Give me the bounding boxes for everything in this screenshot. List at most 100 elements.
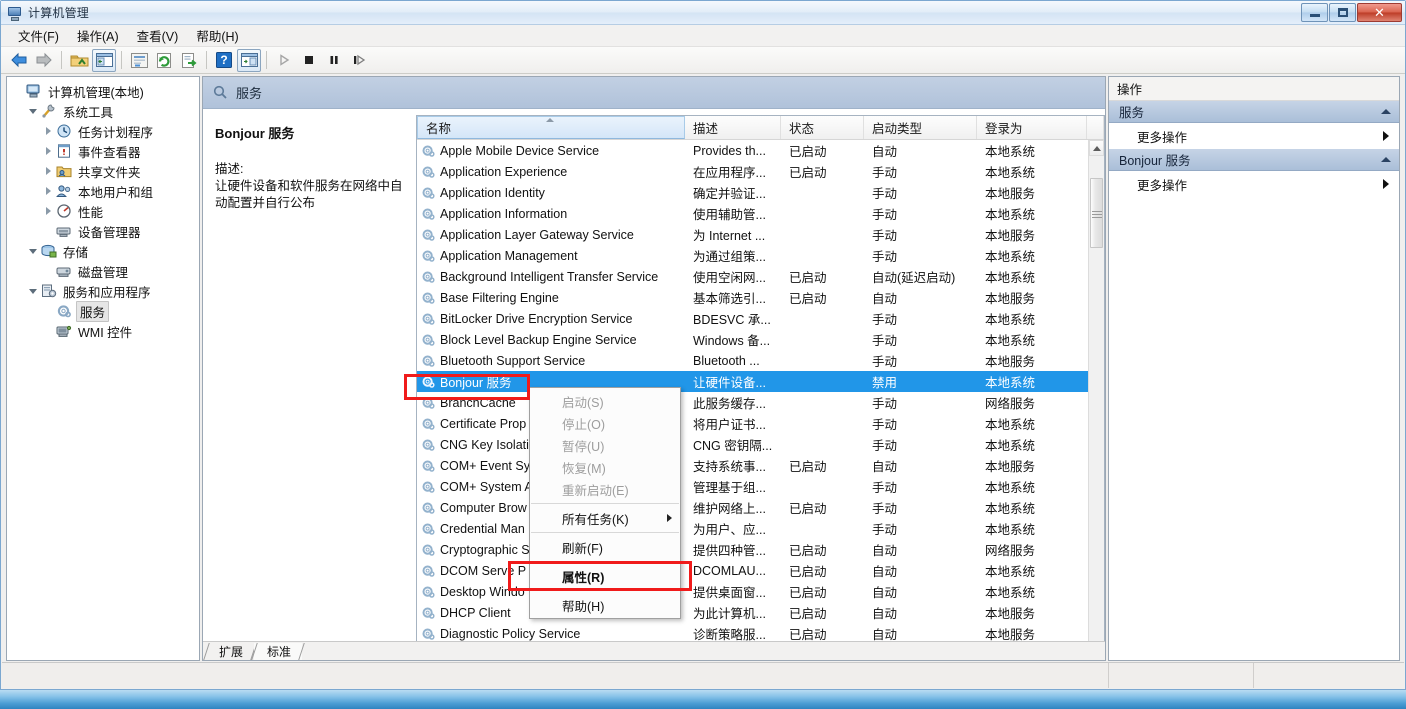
- table-row[interactable]: Application Layer Gateway Service为 Inter…: [417, 224, 1088, 245]
- properties-icon[interactable]: [127, 49, 151, 72]
- table-row[interactable]: COM+ Event Sy支持系统事...已启动自动本地服务: [417, 455, 1088, 476]
- table-row[interactable]: BitLocker Drive Encryption ServiceBDESVC…: [417, 308, 1088, 329]
- actions-pane: 操作 服务 更多操作 Bonjour 服务 更多操作: [1108, 76, 1400, 661]
- scrollbar-grip-icon: [1092, 209, 1102, 217]
- tree-twisty-closed-icon[interactable]: [41, 187, 55, 195]
- column-header-state[interactable]: 状态: [781, 116, 864, 139]
- back-icon[interactable]: [7, 49, 31, 72]
- table-row[interactable]: DHCP Client为此计算机...已启动自动本地服务: [417, 602, 1088, 623]
- table-row[interactable]: COM+ System A管理基于组...手动本地系统: [417, 476, 1088, 497]
- tree-twisty-open-icon[interactable]: [26, 109, 40, 114]
- actions-more-bonjour[interactable]: 更多操作: [1109, 171, 1399, 197]
- tree-item-设备管理器[interactable]: 设备管理器: [11, 221, 197, 241]
- tab-extended[interactable]: 扩展: [206, 643, 254, 660]
- listview-vertical-scrollbar[interactable]: [1088, 140, 1104, 659]
- tree-twisty-closed-icon[interactable]: [41, 127, 55, 135]
- services-listview[interactable]: 名称描述状态启动类型登录为 Apple Mobile Device Servic…: [416, 115, 1105, 660]
- table-row[interactable]: Computer Brow维护网络上...已启动手动本地系统: [417, 497, 1088, 518]
- actions-group-bonjour[interactable]: Bonjour 服务: [1109, 149, 1399, 171]
- table-row[interactable]: Bluetooth Support ServiceBluetooth ...手动…: [417, 350, 1088, 371]
- menu-help[interactable]: 帮助(H): [187, 24, 247, 47]
- service-name-label: Computer Brow: [440, 501, 527, 515]
- table-row[interactable]: Base Filtering Engine基本筛选引...已启动自动本地服务: [417, 287, 1088, 308]
- tree-item-系统工具[interactable]: 系统工具: [11, 101, 197, 121]
- table-row[interactable]: Apple Mobile Device ServiceProvides th..…: [417, 140, 1088, 161]
- tree-twisty-open-icon[interactable]: [26, 249, 40, 254]
- table-row[interactable]: Application Management为通过组策...手动本地系统: [417, 245, 1088, 266]
- stop-icon[interactable]: [297, 49, 321, 72]
- tree-item-服务[interactable]: 服务: [11, 301, 197, 321]
- table-row[interactable]: Background Intelligent Transfer Service使…: [417, 266, 1088, 287]
- table-row[interactable]: Application Identity确定并验证...手动本地服务: [417, 182, 1088, 203]
- cell-start: 手动: [864, 498, 977, 517]
- menu-file[interactable]: 文件(F): [9, 24, 68, 47]
- menu-action[interactable]: 操作(A): [68, 24, 128, 47]
- tree-item-性能[interactable]: 性能: [11, 201, 197, 221]
- tree-item-label: 事件查看器: [76, 142, 143, 161]
- table-row[interactable]: CNG Key IsolatiCNG 密钥隔...手动本地系统: [417, 434, 1088, 455]
- table-row[interactable]: Application Experience在应用程序...已启动手动本地系统: [417, 161, 1088, 182]
- close-button[interactable]: ✕: [1357, 3, 1402, 22]
- cell-desc: 为用户、应...: [685, 519, 781, 538]
- tree-twisty-open-icon[interactable]: [26, 289, 40, 294]
- up-folder-icon[interactable]: [67, 49, 91, 72]
- tree-twisty-closed-icon[interactable]: [41, 207, 55, 215]
- table-row[interactable]: Certificate Prop将用户证书...手动本地系统: [417, 413, 1088, 434]
- column-header-desc[interactable]: 描述: [685, 116, 781, 139]
- tree-item-计算机管理(本地)[interactable]: 计算机管理(本地): [11, 81, 197, 101]
- show-tree-icon[interactable]: [92, 49, 116, 72]
- table-row[interactable]: DCOM Serve PDCOMLAU...已启动自动本地系统: [417, 560, 1088, 581]
- service-name-label: DHCP Client: [440, 606, 511, 620]
- chevron-up-icon[interactable]: [1381, 157, 1391, 162]
- context-menu-item-刷新(F)[interactable]: 刷新(F): [530, 536, 680, 558]
- cell-logon: 本地系统: [977, 582, 1087, 601]
- tree-item-共享文件夹[interactable]: 共享文件夹: [11, 161, 197, 181]
- cell-desc: 将用户证书...: [685, 414, 781, 433]
- table-row[interactable]: Credential Man为用户、应...手动本地系统: [417, 518, 1088, 539]
- tree-item-本地用户和组[interactable]: 本地用户和组: [11, 181, 197, 201]
- column-header-start[interactable]: 启动类型: [864, 116, 977, 139]
- export-list-icon[interactable]: [177, 49, 201, 72]
- menu-view[interactable]: 查看(V): [128, 24, 188, 47]
- shared-folder-icon: [55, 163, 72, 179]
- table-row[interactable]: Application Information使用辅助管...手动本地系统: [417, 203, 1088, 224]
- toolbar-separator: [266, 51, 267, 69]
- tree-item-服务和应用程序[interactable]: 服务和应用程序: [11, 281, 197, 301]
- context-menu-item-所有任务(K)[interactable]: 所有任务(K): [530, 507, 680, 529]
- tree-twisty-closed-icon[interactable]: [41, 167, 55, 175]
- scroll-up-button[interactable]: [1089, 140, 1104, 156]
- cell-logon: 本地系统: [977, 561, 1087, 580]
- scrollbar-thumb[interactable]: [1090, 178, 1103, 248]
- minimize-button[interactable]: [1301, 3, 1328, 22]
- table-row[interactable]: BranchCache此服务缓存...手动网络服务: [417, 392, 1088, 413]
- table-row[interactable]: Block Level Backup Engine ServiceWindows…: [417, 329, 1088, 350]
- tab-standard[interactable]: 标准: [254, 643, 302, 660]
- table-row[interactable]: Cryptographic S提供四种管...已启动自动网络服务: [417, 539, 1088, 560]
- context-menu-item-帮助(H)[interactable]: 帮助(H): [530, 594, 680, 616]
- actions-more-services[interactable]: 更多操作: [1109, 123, 1399, 149]
- tree-item-事件查看器[interactable]: 事件查看器: [11, 141, 197, 161]
- column-header-logon[interactable]: 登录为: [977, 116, 1087, 139]
- table-row[interactable]: Bonjour 服务让硬件设备...禁用本地系统: [417, 371, 1088, 392]
- show-action-pane-icon[interactable]: [237, 49, 261, 72]
- service-context-menu[interactable]: 启动(S)停止(O)暂停(U)恢复(M)重新启动(E)所有任务(K)刷新(F)属…: [529, 387, 681, 619]
- restart-icon[interactable]: [347, 49, 371, 72]
- pause-icon[interactable]: [322, 49, 346, 72]
- tree-twisty-closed-icon[interactable]: [41, 147, 55, 155]
- maximize-button[interactable]: [1329, 3, 1356, 22]
- refresh-icon[interactable]: [152, 49, 176, 72]
- cell-name: Application Information: [417, 207, 685, 221]
- tree-item-WMI 控件[interactable]: WMI 控件: [11, 321, 197, 341]
- table-row[interactable]: Desktop Windo提供桌面窗...已启动自动本地系统: [417, 581, 1088, 602]
- context-menu-item-属性(R)[interactable]: 属性(R): [530, 565, 680, 587]
- tree-item-磁盘管理[interactable]: 磁盘管理: [11, 261, 197, 281]
- chevron-up-icon[interactable]: [1381, 109, 1391, 114]
- column-header-name[interactable]: 名称: [417, 116, 685, 139]
- window-controls: ✕: [1301, 3, 1402, 22]
- tree-item-存储[interactable]: 存储: [11, 241, 197, 261]
- forward-icon[interactable]: [32, 49, 56, 72]
- help-icon[interactable]: ?: [212, 49, 236, 72]
- actions-group-services[interactable]: 服务: [1109, 101, 1399, 123]
- tree-item-任务计划程序[interactable]: 任务计划程序: [11, 121, 197, 141]
- console-tree-pane[interactable]: 计算机管理(本地)系统工具任务计划程序事件查看器共享文件夹本地用户和组性能设备管…: [6, 76, 200, 661]
